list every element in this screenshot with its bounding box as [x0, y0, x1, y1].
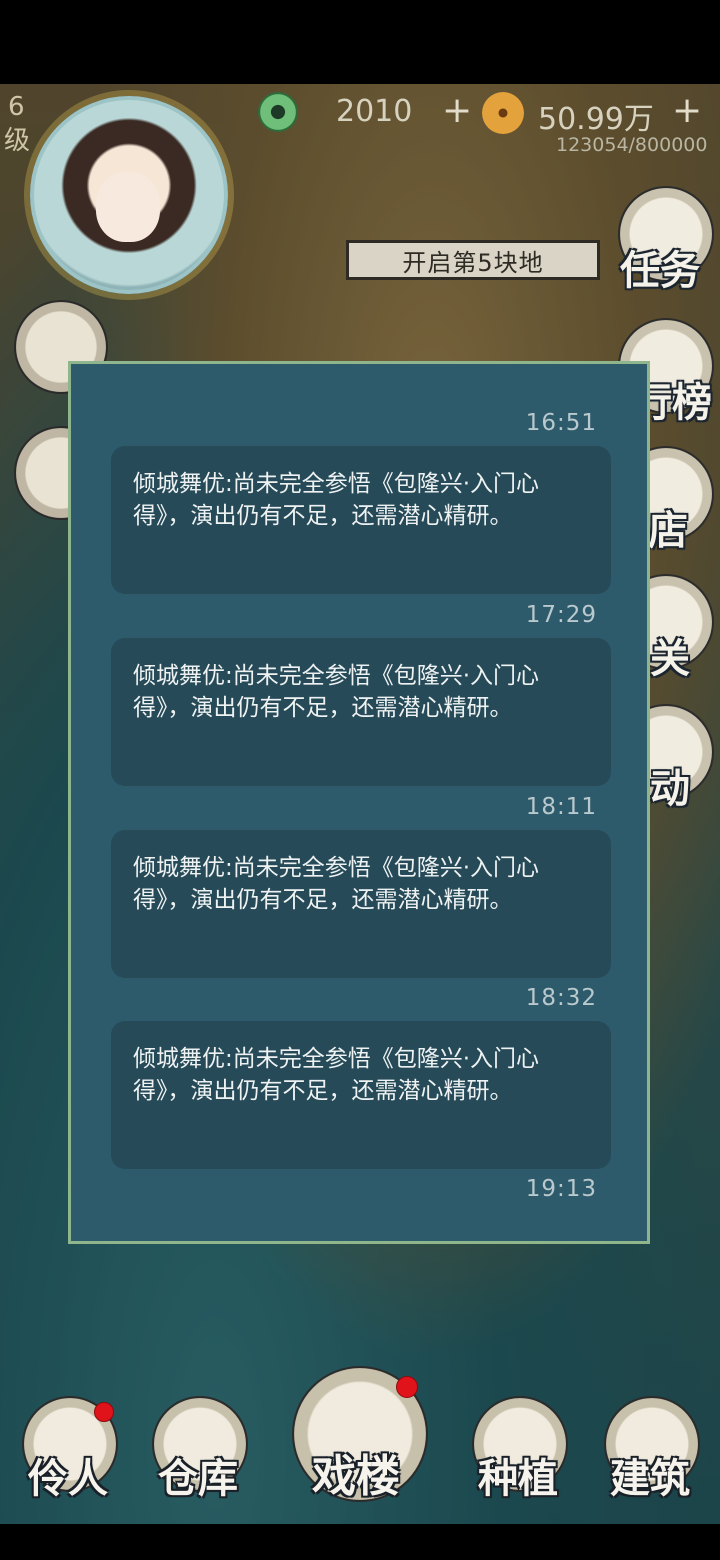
- message-time: 17:29: [525, 602, 597, 628]
- nav-label: 建筑: [610, 1456, 690, 1502]
- copper-coin-icon: [482, 92, 524, 134]
- add-coin-button[interactable]: +: [672, 90, 702, 131]
- coin-currency-value: 50.99万: [538, 102, 654, 137]
- unlock-plot-button[interactable]: 开启第5块地: [346, 240, 600, 280]
- message-time: 19:13: [525, 1176, 597, 1202]
- message-bubble: 倾城舞优:尚未完全参悟《包隆兴·入门心得》，演出仍有不足，还需潜心精研。: [111, 638, 611, 786]
- side-menu-tasks[interactable]: 任务: [608, 186, 718, 296]
- message-log-dialog[interactable]: 16:51 倾城舞优:尚未完全参悟《包隆兴·入门心得》，演出仍有不足，还需潜心精…: [68, 361, 650, 1244]
- add-jade-button[interactable]: +: [442, 90, 472, 131]
- message-bubble: 倾城舞优:尚未完全参悟《包隆兴·入门心得》，演出仍有不足，还需潜心精研。: [111, 1021, 611, 1169]
- nav-label: 伶人: [28, 1456, 108, 1502]
- notification-badge: [94, 1402, 114, 1422]
- side-menu-label: 动: [650, 766, 690, 812]
- player-level-number: 6: [8, 92, 25, 122]
- jade-currency-value: 2010: [336, 94, 413, 129]
- player-level-unit: 级: [4, 126, 31, 156]
- side-menu-label: 关: [650, 636, 690, 682]
- nav-label: 戏楼: [312, 1451, 400, 1502]
- message-bubble: 倾城舞优:尚未完全参悟《包隆兴·入门心得》，演出仍有不足，还需潜心精研。: [111, 446, 611, 594]
- message-bubble: 倾城舞优:尚未完全参悟《包隆兴·入门心得》，演出仍有不足，还需潜心精研。: [111, 830, 611, 978]
- nav-label: 种植: [478, 1456, 558, 1502]
- player-avatar[interactable]: [30, 96, 228, 294]
- nav-label: 仓库: [158, 1456, 238, 1502]
- message-time: 16:51: [525, 410, 597, 436]
- bottom-letterbox: [0, 1524, 720, 1560]
- experience-progress-text: 123054/800000: [556, 134, 708, 156]
- jade-currency-icon: [258, 92, 298, 132]
- message-time: 18:32: [525, 985, 597, 1011]
- side-menu-label: 任务: [620, 248, 700, 294]
- side-menu-label: 店: [648, 508, 688, 554]
- message-time: 18:11: [525, 794, 597, 820]
- notification-badge: [396, 1376, 418, 1398]
